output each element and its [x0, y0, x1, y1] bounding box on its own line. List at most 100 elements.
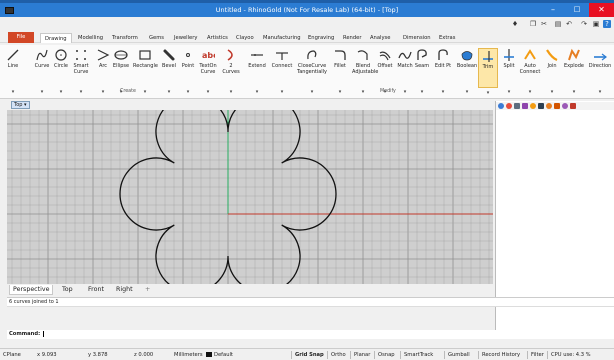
dropdown-arrow-icon[interactable]: ▾ — [230, 89, 233, 96]
undo-icon[interactable]: ↶ — [565, 20, 573, 28]
display-icon[interactable] — [538, 103, 544, 109]
toggle-filter[interactable]: Filter — [527, 351, 544, 359]
viewport-canvas[interactable] — [7, 110, 493, 284]
circle-button[interactable]: Circle ▾ — [52, 48, 70, 95]
auto-connect-button[interactable]: Auto Connect ▾ — [518, 48, 542, 95]
tab-perspective[interactable]: Perspective — [9, 285, 54, 295]
closecurve-tangentially-button[interactable]: CloseCurve Tangentially ▾ — [296, 48, 328, 95]
render-icon[interactable] — [554, 103, 560, 109]
2-curves-button[interactable]: 2 Curves ▾ — [222, 48, 240, 95]
tab-dimension[interactable]: Dimension — [399, 33, 435, 43]
tab-gems[interactable]: Gems — [145, 33, 168, 43]
dropdown-arrow-icon[interactable]: ▾ — [421, 89, 424, 96]
dropdown-arrow-icon[interactable]: ▾ — [41, 89, 44, 96]
dropdown-arrow-icon[interactable]: ▾ — [187, 89, 190, 96]
add-viewport-icon[interactable]: + — [142, 285, 153, 295]
tab-engraving[interactable]: Engraving — [304, 33, 338, 43]
toggle-record-history[interactable]: Record History — [478, 351, 520, 359]
paste-icon[interactable]: ▤ — [554, 20, 562, 28]
dropdown-arrow-icon[interactable]: ▾ — [362, 89, 365, 96]
ellipse-button[interactable]: Ellipse ▾ — [111, 48, 131, 95]
dropdown-arrow-icon[interactable]: ▾ — [168, 89, 171, 96]
layer-icon[interactable] — [498, 103, 504, 109]
toggle-gumball[interactable]: Gumball — [444, 351, 470, 359]
help-panel-icon[interactable] — [562, 103, 568, 109]
dropdown-arrow-icon[interactable]: ▾ — [102, 89, 105, 96]
edit-pt-button[interactable]: Edit Pt ▾ — [432, 48, 454, 95]
toggle-osnap[interactable]: Osnap — [374, 351, 395, 359]
dropdown-arrow-icon[interactable]: ▾ — [80, 89, 83, 96]
copy-icon[interactable]: ❐ — [529, 20, 537, 28]
dropdown-arrow-icon[interactable]: ▾ — [120, 89, 123, 96]
tab-render[interactable]: Render — [339, 33, 365, 43]
save-icon[interactable]: ▣ — [592, 20, 600, 28]
blend-adjustable-button[interactable]: Blend Adjustable ▾ — [352, 48, 378, 95]
toggle-planar[interactable]: Planar — [350, 351, 370, 359]
status-cplane[interactable]: CPlane — [3, 351, 21, 359]
command-line[interactable]: Command: — [7, 330, 614, 339]
redo-icon[interactable]: ↷ — [580, 20, 588, 28]
dropdown-arrow-icon[interactable]: ▾ — [599, 89, 602, 96]
tab-extras[interactable]: Extras — [435, 33, 459, 43]
top-viewport[interactable] — [7, 110, 493, 284]
library-icon[interactable] — [530, 103, 536, 109]
arc-button[interactable]: Arc ▾ — [95, 48, 111, 95]
seam-button[interactable]: Seam ▾ — [414, 48, 430, 95]
texton-curve-button[interactable]: abc TextOn Curve ▾ — [196, 48, 220, 95]
dropdown-arrow-icon[interactable]: ▾ — [442, 89, 445, 96]
toggle-ortho[interactable]: Ortho — [327, 351, 346, 359]
extend-button[interactable]: Extend ▾ — [246, 48, 268, 95]
dropdown-arrow-icon[interactable]: ▾ — [384, 89, 387, 96]
dropdown-arrow-icon[interactable]: ▾ — [529, 89, 532, 96]
match-button[interactable]: Match ▾ — [396, 48, 414, 95]
tab-clayoo[interactable]: Clayoo — [232, 33, 258, 43]
tab-right[interactable]: Right — [113, 285, 136, 295]
pin-icon[interactable]: ♦ — [511, 20, 519, 28]
dropdown-arrow-icon[interactable]: ▾ — [60, 89, 63, 96]
direction-button[interactable]: Direction ▾ — [587, 48, 613, 95]
boolean-button[interactable]: Boolean ▾ — [456, 48, 478, 95]
light-icon[interactable] — [546, 103, 552, 109]
status-layer[interactable]: Default — [206, 351, 233, 359]
tab-file[interactable]: File — [8, 32, 34, 43]
connect-button[interactable]: Connect ▾ — [270, 48, 294, 95]
maximize-button[interactable]: □ — [565, 3, 589, 17]
help-icon[interactable]: ? — [603, 20, 611, 28]
minimize-button[interactable]: – — [541, 3, 565, 17]
dropdown-arrow-icon[interactable]: ▾ — [466, 89, 469, 96]
gem-studio-icon[interactable] — [522, 103, 528, 109]
tab-manufacturing[interactable]: Manufacturing — [259, 33, 305, 43]
tools-icon[interactable] — [570, 103, 576, 109]
curve-button[interactable]: Curve ▾ — [32, 48, 52, 95]
toggle-grid-snap[interactable]: Grid Snap — [291, 351, 324, 359]
dropdown-arrow-icon[interactable]: ▾ — [404, 89, 407, 96]
tab-modelling[interactable]: Modelling — [74, 33, 107, 43]
trim-button[interactable]: Trim ▾ — [478, 48, 498, 96]
viewport-title[interactable]: Top ▾ — [11, 101, 30, 109]
tab-artistics[interactable]: Artistics — [203, 33, 232, 43]
line-button[interactable]: Line ▾ — [3, 48, 23, 95]
split-button[interactable]: Split ▾ — [500, 48, 518, 95]
point-button[interactable]: Point ▾ — [180, 48, 196, 95]
tab-transform[interactable]: Transform — [108, 33, 142, 43]
properties-icon[interactable] — [514, 103, 520, 109]
rectangle-button[interactable]: Rectangle ▾ — [133, 48, 158, 95]
toggle-smarttrack[interactable]: SmartTrack — [400, 351, 433, 359]
material-icon[interactable] — [506, 103, 512, 109]
dropdown-arrow-icon[interactable]: ▾ — [551, 89, 554, 96]
cut-icon[interactable]: ✂ — [540, 20, 548, 28]
dropdown-arrow-icon[interactable]: ▾ — [573, 89, 576, 96]
tab-front[interactable]: Front — [85, 285, 107, 295]
tab-top[interactable]: Top — [59, 285, 76, 295]
viewport-dropdown-icon[interactable]: ▾ — [24, 102, 27, 108]
dropdown-arrow-icon[interactable]: ▾ — [281, 89, 284, 96]
dropdown-arrow-icon[interactable]: ▾ — [144, 89, 147, 96]
status-units[interactable]: Millimeters — [174, 351, 203, 359]
tab-drawing[interactable]: Drawing — [40, 33, 72, 43]
close-button[interactable]: ✕ — [589, 3, 614, 17]
fillet-button[interactable]: Fillet ▾ — [330, 48, 350, 95]
explode-button[interactable]: Explode ▾ — [562, 48, 586, 95]
tab-jewellery[interactable]: Jewellery — [170, 33, 201, 43]
bevel-button[interactable]: Bevel ▾ — [160, 48, 178, 95]
dropdown-arrow-icon[interactable]: ▾ — [311, 89, 314, 96]
